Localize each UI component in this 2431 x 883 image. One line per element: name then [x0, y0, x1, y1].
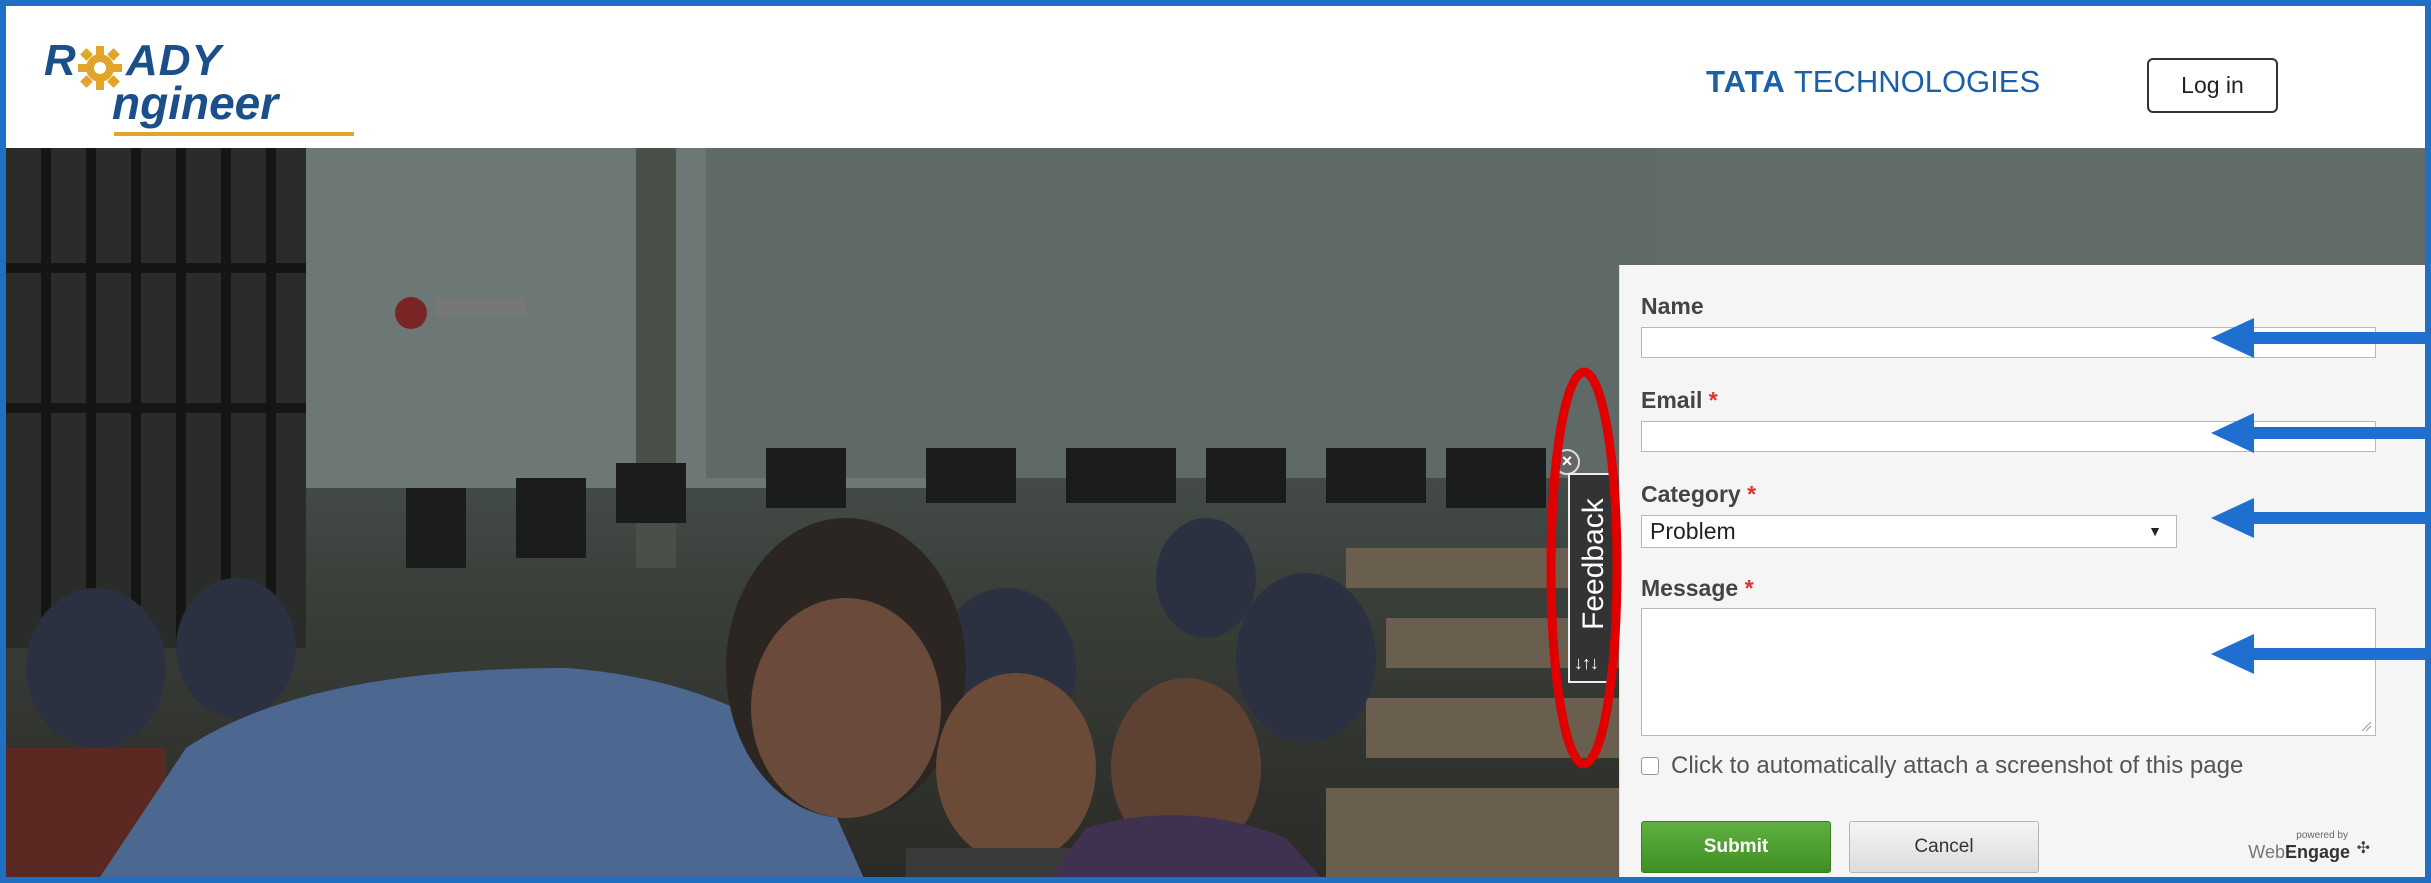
name-input[interactable] [1641, 327, 2376, 358]
screenshot-frame: R ADY ngineer TATA TECHNOLOGIES Log in ×… [0, 0, 2431, 883]
message-label: Message * [1641, 575, 1754, 602]
name-label: Name [1641, 293, 1704, 320]
tata-technologies-logo: TATA TECHNOLOGIES [1706, 64, 2040, 100]
webengage-web: Web [2248, 842, 2285, 862]
category-label: Category * [1641, 481, 1756, 508]
logo-underline [114, 132, 354, 136]
login-button[interactable]: Log in [2147, 58, 2278, 113]
resize-handle-icon[interactable] [2360, 720, 2372, 732]
message-label-text: Message [1641, 575, 1739, 601]
feedback-tab-label: Feedback [1577, 498, 1610, 630]
feedback-close-icon[interactable]: × [1554, 449, 1580, 475]
category-select[interactable]: Problem ▼ [1641, 515, 2177, 548]
ready-engineer-logo[interactable]: R ADY ngineer [38, 32, 354, 136]
email-label: Email * [1641, 387, 1718, 414]
brand-strong: TATA [1706, 64, 1786, 99]
feedback-arrows-icon: ↓↑↓ [1574, 653, 1599, 673]
category-required-mark: * [1747, 481, 1757, 507]
logo-letter-r: R [44, 36, 76, 85]
powered-by-webengage[interactable]: powered by WebEngage ✣ [2240, 830, 2370, 870]
feedback-panel: Name Email * Category * Problem ▼ Messag… [1619, 265, 2425, 877]
email-input[interactable] [1641, 421, 2376, 452]
name-label-text: Name [1641, 293, 1704, 319]
email-required-mark: * [1708, 387, 1718, 413]
category-label-text: Category [1641, 481, 1741, 507]
site-header: R ADY ngineer TATA TECHNOLOGIES Log in [6, 6, 2425, 148]
attach-screenshot-label[interactable]: Click to automatically attach a screensh… [1671, 752, 2243, 780]
feedback-tab[interactable]: Feedback ↓↑↓ [1568, 473, 1614, 683]
attach-screenshot-checkbox[interactable] [1641, 757, 1659, 775]
message-textarea[interactable] [1641, 608, 2376, 736]
category-selected-value: Problem [1650, 518, 1736, 544]
email-label-text: Email [1641, 387, 1703, 413]
logo-text-ngineer: ngineer [112, 77, 279, 129]
cancel-button[interactable]: Cancel [1849, 821, 2039, 873]
dropdown-caret-icon: ▼ [2148, 523, 2162, 539]
powered-by-text: powered by [2296, 830, 2348, 841]
webengage-engage: Engage [2284, 842, 2350, 862]
submit-button[interactable]: Submit [1641, 821, 1831, 873]
message-required-mark: * [1744, 575, 1754, 601]
webengage-logo-text: WebEngage [2248, 842, 2350, 863]
webengage-icon: ✣ [2356, 840, 2370, 857]
brand-rest: TECHNOLOGIES [1793, 64, 2041, 99]
screenshot-option: Click to automatically attach a screensh… [1641, 752, 2243, 780]
